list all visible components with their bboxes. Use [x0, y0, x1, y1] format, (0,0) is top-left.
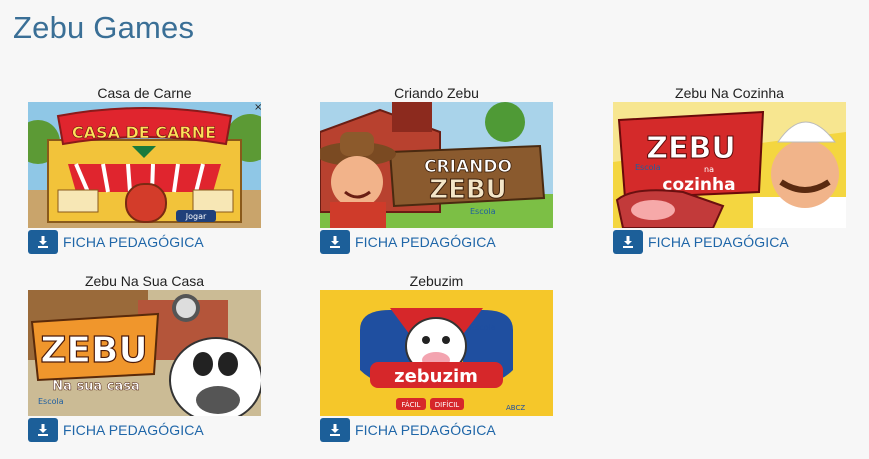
- ficha-pedagogica-link[interactable]: FICHA PEDAGÓGICA: [28, 230, 261, 254]
- zebu-logo-text: ZEBU: [429, 175, 507, 205]
- escola-badge: Escola: [38, 397, 64, 406]
- game-title: Zebu Na Sua Casa: [84, 273, 205, 289]
- ficha-pedagogica-link[interactable]: FICHA PEDAGÓGICA: [320, 230, 553, 254]
- game-title: Criando Zebu: [394, 85, 479, 101]
- game-thumbnail-casa-de-carne[interactable]: CASA DE CARNE Jogar ×: [28, 102, 261, 228]
- na-sua-casa-logo-text: Na sua casa: [52, 379, 139, 394]
- page-title: Zebu Games: [13, 10, 195, 45]
- game-card-casa-de-carne: Casa de Carne CASA DE CARNE Jogar × FICH…: [28, 84, 261, 254]
- game-card-zebuzim: Zebuzim zebuzim Escola FÁCIL DIFÍCIL ABC…: [320, 272, 553, 442]
- game-thumbnail-criando-zebu[interactable]: CRIANDO ZEBU Escola: [320, 102, 553, 228]
- zebuzim-logo-text: zebuzim: [394, 366, 478, 387]
- zebu-logo-text: ZEBU: [40, 330, 147, 371]
- ficha-label[interactable]: FICHA PEDAGÓGICA: [355, 422, 496, 438]
- escola-badge: Escola: [635, 163, 661, 172]
- ficha-label[interactable]: FICHA PEDAGÓGICA: [648, 234, 789, 250]
- abcz-brand: ABCZ: [506, 404, 525, 412]
- zebu-logo-text: ZEBU: [646, 131, 735, 166]
- download-icon[interactable]: [320, 230, 350, 254]
- game-thumbnail-zebu-na-sua-casa[interactable]: ZEBU Na sua casa Escola: [28, 290, 261, 416]
- casa-de-carne-logo-text: CASA DE CARNE: [72, 123, 216, 142]
- game-card-criando-zebu: Criando Zebu CRIANDO ZEBU Escola FICHA P…: [320, 84, 553, 254]
- ficha-pedagogica-link[interactable]: FICHA PEDAGÓGICA: [320, 418, 553, 442]
- criando-logo-text: CRIANDO: [424, 157, 512, 177]
- na-logo-text: na: [704, 165, 714, 174]
- download-icon[interactable]: [28, 418, 58, 442]
- game-title: Zebuzim: [409, 273, 464, 289]
- download-icon[interactable]: [613, 230, 643, 254]
- game-title: Zebu Na Cozinha: [675, 85, 784, 101]
- ficha-pedagogica-link[interactable]: FICHA PEDAGÓGICA: [28, 418, 261, 442]
- ficha-pedagogica-link[interactable]: FICHA PEDAGÓGICA: [613, 230, 846, 254]
- game-card-zebu-na-sua-casa: Zebu Na Sua Casa ZEBU Na sua casa Escola…: [28, 272, 261, 442]
- hard-button-label: DIFÍCIL: [435, 400, 459, 409]
- ficha-label[interactable]: FICHA PEDAGÓGICA: [63, 234, 204, 250]
- ficha-label[interactable]: FICHA PEDAGÓGICA: [63, 422, 204, 438]
- easy-button-label: FÁCIL: [402, 400, 421, 409]
- escola-badge: Escola: [470, 323, 496, 332]
- game-thumbnail-zebuzim[interactable]: zebuzim Escola FÁCIL DIFÍCIL ABCZ: [320, 290, 553, 416]
- escola-badge: Escola: [470, 207, 496, 216]
- ficha-label[interactable]: FICHA PEDAGÓGICA: [355, 234, 496, 250]
- game-card-zebu-na-cozinha: Zebu Na Cozinha ZEBU na cozinha Escola F…: [613, 84, 846, 254]
- game-title: Casa de Carne: [97, 85, 192, 101]
- game-thumbnail-zebu-na-cozinha[interactable]: ZEBU na cozinha Escola: [613, 102, 846, 228]
- svg-text:×: ×: [254, 102, 261, 113]
- download-icon[interactable]: [320, 418, 350, 442]
- play-button-label: Jogar: [185, 212, 207, 221]
- download-icon[interactable]: [28, 230, 58, 254]
